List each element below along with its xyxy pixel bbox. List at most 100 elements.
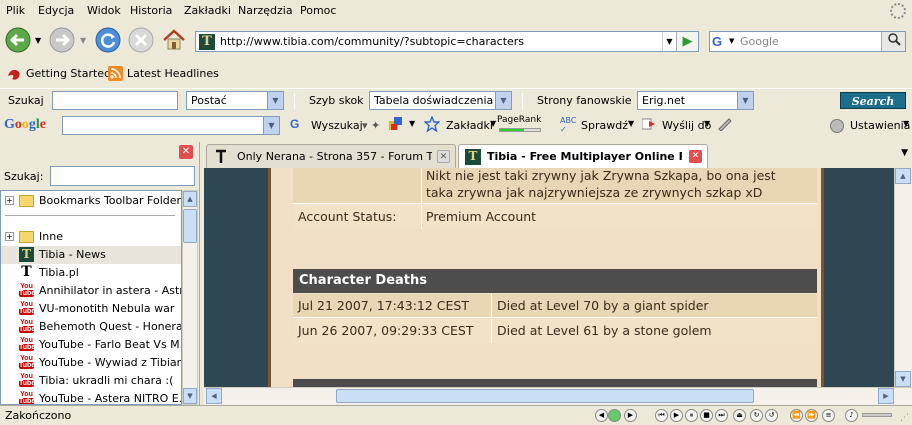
search-engine-dropdown-icon[interactable]: ▼: [729, 37, 734, 45]
pagerank-label[interactable]: PageRank: [497, 115, 541, 125]
media-shuffle-icon[interactable]: ↻: [750, 409, 763, 422]
back-icon[interactable]: [4, 26, 32, 54]
media-forward-icon[interactable]: ⏩: [805, 409, 818, 422]
menu-bookmarks[interactable]: Zakładki: [184, 4, 231, 17]
tibia-search-input[interactable]: [52, 91, 178, 110]
scroll-up-icon[interactable]: ▲: [183, 191, 197, 207]
volume-slider[interactable]: [862, 413, 892, 417]
search-engine-icon[interactable]: G: [712, 34, 728, 50]
volume-icon[interactable]: ♪: [845, 409, 858, 422]
media-play-icon[interactable]: ▶: [670, 409, 683, 422]
media-stop-icon[interactable]: ■: [700, 409, 713, 422]
chevron-down-icon[interactable]: ▼: [628, 119, 634, 128]
media-previous-icon[interactable]: ⏮: [655, 409, 668, 422]
media-list-icon[interactable]: ≡: [822, 409, 835, 422]
page-vertical-scrollbar[interactable]: ▲ ▼: [894, 168, 912, 387]
page-horizontal-scrollbar[interactable]: ◀ ▶: [204, 387, 912, 405]
scroll-thumb[interactable]: [183, 209, 197, 243]
chevron-down-icon[interactable]: ▼: [737, 92, 753, 109]
tab-list-dropdown-icon[interactable]: ▼: [901, 148, 908, 158]
spellcheck-button[interactable]: Sprawdź: [581, 119, 628, 132]
send-to-icon[interactable]: [641, 117, 658, 134]
status-green-icon[interactable]: [608, 409, 621, 422]
search-placeholder[interactable]: Google: [740, 35, 779, 48]
google-query-input[interactable]: ▼: [62, 116, 280, 135]
url-bar[interactable]: T http://www.tibia.com/community/?subtop…: [195, 31, 699, 52]
menu-file[interactable]: Plik: [6, 4, 25, 17]
sidebar-close-button[interactable]: ✕: [179, 145, 193, 159]
url-history-dropdown-icon[interactable]: ▼: [662, 32, 676, 51]
menu-help[interactable]: Pomoc: [300, 4, 336, 17]
chevron-down-icon[interactable]: ▼: [409, 119, 415, 128]
google-logo[interactable]: Google: [4, 117, 46, 133]
chevron-down-icon[interactable]: ▼: [490, 119, 496, 128]
search-bar[interactable]: G ▼ Google: [709, 31, 906, 52]
bookmark-getting-started[interactable]: Getting Started: [26, 67, 111, 80]
fansites-select[interactable]: Erig.net ▼: [637, 91, 754, 110]
bookmark-item[interactable]: You Tube YouTube - Astera NITRO E...: [1, 390, 181, 404]
chevron-down-icon[interactable]: ▼: [903, 119, 909, 128]
reload-icon[interactable]: [94, 26, 122, 54]
status-arrow-icon[interactable]: ◀: [595, 409, 608, 422]
chevron-down-icon[interactable]: ▼: [704, 119, 710, 128]
chevron-down-icon[interactable]: ▼: [263, 117, 279, 134]
media-pause-icon[interactable]: ⏸: [685, 409, 698, 422]
media-next-icon[interactable]: ⏭: [715, 409, 728, 422]
media-repeat-icon[interactable]: ↺: [765, 409, 778, 422]
resize-grip-icon[interactable]: ⋰: [900, 413, 909, 423]
status-arrow-icon[interactable]: ▶: [624, 409, 637, 422]
bookmark-folder[interactable]: + Inne: [1, 228, 181, 246]
star-icon[interactable]: [423, 115, 441, 135]
pencil-icon[interactable]: [717, 117, 733, 134]
forward-history-dropdown-icon[interactable]: ▼: [80, 36, 86, 45]
sidebar-search-input[interactable]: [50, 166, 195, 186]
go-button[interactable]: ▶: [676, 32, 698, 51]
tab-forum[interactable]: Only Nerana - Strona 357 - Forum Tibi...…: [206, 144, 456, 168]
stop-icon[interactable]: [127, 26, 155, 54]
bookmark-item[interactable]: You Tube VU-monotith Nebula war: [1, 300, 181, 318]
google-search-button[interactable]: Wyszukaj: [311, 119, 363, 132]
menu-view[interactable]: Widok: [87, 4, 121, 17]
menu-history[interactable]: Historia: [130, 4, 172, 17]
bookmark-folder[interactable]: + Bookmarks Toolbar Folder: [1, 192, 181, 210]
settings-icon[interactable]: [830, 119, 844, 133]
settings-button[interactable]: Ustawienia: [850, 119, 910, 132]
tab-close-icon[interactable]: ✕: [437, 150, 450, 163]
media-eject-icon[interactable]: ⏏: [733, 409, 746, 422]
scroll-up-icon[interactable]: ▲: [895, 168, 911, 184]
chevron-down-icon[interactable]: ▼: [267, 92, 283, 109]
bookmark-item[interactable]: You Tube Behemoth Quest - Honera: [1, 318, 181, 336]
character-select[interactable]: Postać ▼: [186, 91, 284, 110]
bookmark-item[interactable]: T Tibia.pl: [1, 264, 181, 282]
url-text[interactable]: http://www.tibia.com/community/?subtopic…: [220, 35, 524, 48]
forward-icon[interactable]: [48, 26, 76, 54]
menu-edit[interactable]: Edycja: [38, 4, 74, 17]
tab-tibia[interactable]: T Tibia - Free Multiplayer Online Ro... …: [458, 144, 708, 169]
google-bookmarks-button[interactable]: Zakładki: [446, 119, 493, 132]
bookmark-item[interactable]: T Tibia - News: [1, 246, 181, 264]
scroll-left-icon[interactable]: ◀: [206, 388, 222, 404]
scroll-down-icon[interactable]: ▼: [183, 388, 197, 404]
expand-icon[interactable]: +: [5, 196, 14, 205]
back-history-dropdown-icon[interactable]: ▼: [35, 36, 41, 45]
quick-jump-select[interactable]: Tabela doświadczenia ▼: [369, 91, 512, 110]
expand-icon[interactable]: +: [5, 232, 14, 241]
search-dropdown-icon[interactable]: ▾ ✦: [362, 119, 380, 132]
scroll-right-icon[interactable]: ▶: [878, 388, 894, 404]
horizontal-scroll-thumb[interactable]: [336, 389, 754, 403]
spellcheck-icon[interactable]: ABC ✓: [560, 116, 576, 134]
tibia-search-button[interactable]: Search: [840, 92, 906, 109]
chevron-down-icon[interactable]: ▼: [495, 92, 511, 109]
media-rewind-icon[interactable]: ⏪: [790, 409, 803, 422]
sidebar-scrollbar[interactable]: ▲ ▼: [182, 190, 198, 405]
scroll-down-icon[interactable]: ▼: [895, 371, 911, 387]
bookmark-item[interactable]: You Tube YouTube - Wywiad z Tibiar...: [1, 354, 181, 372]
bookmark-item[interactable]: You Tube Tibia: ukradli mi chara :(: [1, 372, 181, 390]
home-icon[interactable]: [160, 26, 188, 54]
bookmark-item[interactable]: You Tube Annihilator in astera - Astro: [1, 282, 181, 300]
search-button[interactable]: [881, 32, 905, 51]
bookmark-item[interactable]: You Tube YouTube - Farlo Beat Vs M...: [1, 336, 181, 354]
menu-tools[interactable]: Narzędzia: [238, 4, 293, 17]
puzzle-icon[interactable]: [388, 116, 404, 135]
bookmark-latest-headlines[interactable]: Latest Headlines: [127, 67, 219, 80]
